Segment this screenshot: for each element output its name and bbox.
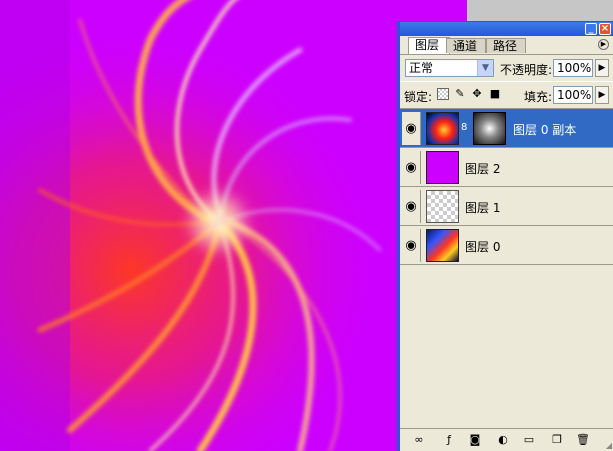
fill-slider-button[interactable]: ▶ (595, 86, 609, 104)
layer-row-copy[interactable]: ◉ 8 图层 0 副本 (400, 109, 613, 148)
fill-input[interactable]: 100% (553, 86, 593, 104)
opacity-label: 不透明度: (500, 63, 553, 77)
fill-label: 填充: (524, 90, 553, 104)
panel-titlebar[interactable]: _ × (400, 22, 613, 36)
add-mask-icon[interactable]: ◙ (468, 433, 482, 447)
panel-menu-icon[interactable]: ▶ (598, 39, 609, 50)
eye-icon[interactable]: ◉ (402, 151, 421, 184)
chain-link-icon[interactable]: 8 (461, 122, 467, 133)
resize-grip-icon[interactable]: ◢ (606, 441, 612, 450)
eye-icon[interactable]: ◉ (402, 190, 421, 223)
layer-name: 图层 2 (465, 162, 501, 176)
layers-panel: _ × 图层 通道 路径 ▶ 正常 ▼ 不透明度: 100% ▶ 锁定: ✎ ✥… (397, 21, 613, 451)
layer-thumbnail (426, 229, 459, 262)
layer-style-icon[interactable]: ƒ (442, 433, 456, 447)
lock-all-icon[interactable]: ■ (489, 88, 501, 100)
new-layer-icon[interactable]: ❐ (550, 433, 564, 447)
lock-transparency-icon[interactable] (437, 88, 449, 100)
layer-row-2[interactable]: ◉ 图层 2 (400, 148, 613, 187)
eye-icon[interactable]: ◉ (402, 229, 421, 262)
adjustment-layer-icon[interactable]: ◐ (496, 433, 510, 447)
tab-layers[interactable]: 图层 (408, 37, 450, 54)
blend-mode-select[interactable]: 正常 ▼ (405, 59, 494, 77)
lock-label: 锁定: (404, 90, 433, 104)
eye-icon[interactable]: ◉ (402, 112, 421, 145)
layer-thumbnail (426, 112, 459, 145)
layer-name: 图层 1 (465, 201, 501, 215)
workspace-background (467, 0, 613, 20)
tab-channels[interactable]: 通道 (446, 38, 486, 53)
link-icon[interactable]: ∞ (412, 433, 426, 447)
layer-thumbnail (426, 151, 459, 184)
layer-thumbnail (426, 190, 459, 223)
layer-mask-thumbnail[interactable] (473, 112, 506, 145)
tab-paths[interactable]: 路径 (486, 38, 526, 53)
lock-pixels-icon[interactable]: ✎ (454, 88, 466, 100)
layer-name: 图层 0 (465, 240, 501, 254)
trash-icon[interactable]: 🗑 (576, 433, 590, 447)
chevron-down-icon[interactable]: ▼ (477, 60, 493, 76)
layer-row-1[interactable]: ◉ 图层 1 (400, 187, 613, 226)
blend-opacity-row: 正常 ▼ 不透明度: 100% ▶ (400, 55, 613, 81)
minimize-button[interactable]: _ (585, 23, 597, 35)
opacity-slider-button[interactable]: ▶ (595, 59, 609, 77)
close-button[interactable]: × (599, 23, 611, 35)
panel-footer: ∞ ƒ ◙ ◐ ▭ ❐ 🗑 ◢ (400, 428, 613, 451)
opacity-input[interactable]: 100% (553, 59, 593, 77)
lock-position-icon[interactable]: ✥ (471, 88, 483, 100)
layer-row-0[interactable]: ◉ 图层 0 (400, 226, 613, 265)
layers-list: ◉ 8 图层 0 副本 ◉ 图层 2 ◉ 图层 1 ◉ 图层 0 (400, 109, 613, 409)
folder-icon[interactable]: ▭ (522, 433, 536, 447)
panel-tabs: 图层 通道 路径 ▶ (400, 36, 613, 55)
lock-fill-row: 锁定: ✎ ✥ ■ 填充: 100% ▶ (400, 81, 613, 109)
blend-mode-value: 正常 (409, 61, 434, 75)
layer-name: 图层 0 副本 (513, 123, 577, 137)
